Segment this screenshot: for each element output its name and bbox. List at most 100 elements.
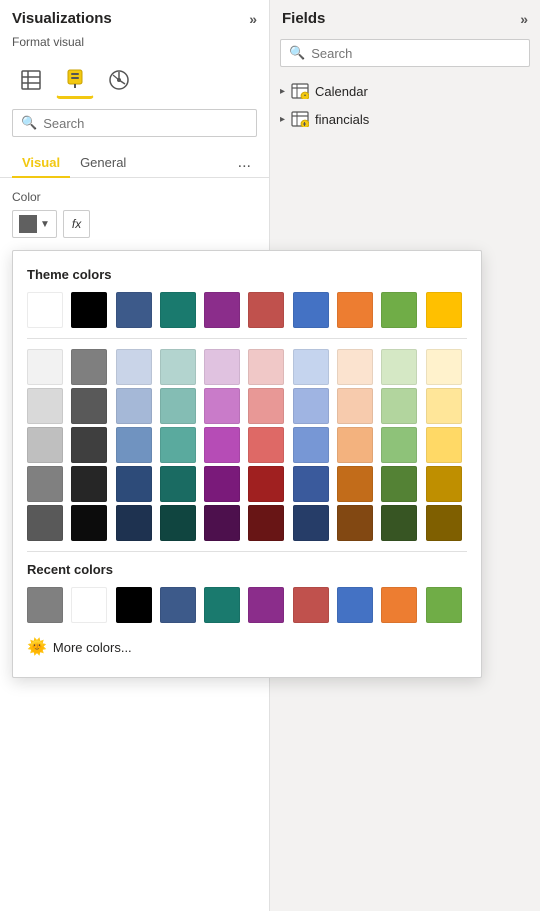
color-swatch-button[interactable]: ▼ [12, 210, 57, 238]
theme-color-cell[interactable] [337, 427, 373, 463]
theme-color-row-5 [27, 466, 467, 502]
theme-color-cell[interactable] [116, 388, 152, 424]
financials-chevron-icon: ▸ [280, 114, 285, 125]
visualizations-header: Visualizations » [0, 0, 269, 33]
theme-color-cell[interactable] [204, 349, 240, 385]
theme-color-cell[interactable] [71, 427, 107, 463]
analytics-icon[interactable] [100, 61, 138, 99]
theme-color-cell[interactable] [160, 505, 196, 541]
recent-color-cell[interactable] [293, 587, 329, 623]
recent-color-cell[interactable] [71, 587, 107, 623]
theme-color-cell[interactable] [27, 505, 63, 541]
color-control: ▼ fx [12, 210, 257, 238]
theme-color-cell[interactable] [426, 427, 462, 463]
theme-color-cell[interactable] [71, 388, 107, 424]
format-visual-label: Format visual [0, 33, 269, 57]
tab-visual[interactable]: Visual [12, 149, 70, 178]
theme-color-cell[interactable] [381, 292, 417, 328]
theme-color-cell[interactable] [381, 427, 417, 463]
recent-color-cell[interactable] [160, 587, 196, 623]
recent-color-cell[interactable] [204, 587, 240, 623]
recent-color-cell[interactable] [116, 587, 152, 623]
theme-color-cell[interactable] [71, 466, 107, 502]
theme-color-cell[interactable] [160, 388, 196, 424]
theme-color-cell[interactable] [381, 505, 417, 541]
theme-color-cell[interactable] [293, 388, 329, 424]
theme-color-cell[interactable] [160, 349, 196, 385]
more-colors-button[interactable]: 🌞 More colors... [27, 633, 467, 661]
theme-color-cell[interactable] [293, 505, 329, 541]
theme-color-cell[interactable] [116, 505, 152, 541]
fx-button[interactable]: fx [63, 210, 90, 238]
theme-color-cell[interactable] [248, 388, 284, 424]
visualizations-search-input[interactable] [43, 116, 248, 131]
theme-color-cell[interactable] [71, 292, 107, 328]
theme-color-cell[interactable] [426, 466, 462, 502]
theme-color-cell[interactable] [248, 427, 284, 463]
fields-search-box[interactable]: 🔍 [280, 39, 530, 67]
theme-color-cell[interactable] [27, 349, 63, 385]
tab-more-button[interactable]: ... [232, 150, 257, 176]
theme-color-cell[interactable] [426, 349, 462, 385]
theme-color-cell[interactable] [27, 466, 63, 502]
calendar-label: Calendar [315, 84, 368, 99]
recent-color-cell[interactable] [248, 587, 284, 623]
paint-format-icon[interactable] [56, 61, 94, 99]
color-label: Color [12, 190, 257, 204]
theme-color-cell[interactable] [426, 505, 462, 541]
theme-color-cell[interactable] [204, 427, 240, 463]
right-panel-expand-icon[interactable]: » [520, 11, 528, 27]
theme-color-cell[interactable] [293, 349, 329, 385]
field-item-financials[interactable]: ▸ financials [270, 105, 540, 133]
theme-color-cell[interactable] [204, 388, 240, 424]
recent-color-cell[interactable] [426, 587, 462, 623]
theme-color-cell[interactable] [248, 466, 284, 502]
theme-color-cell[interactable] [71, 505, 107, 541]
theme-color-cell[interactable] [293, 427, 329, 463]
theme-color-cell[interactable] [116, 466, 152, 502]
theme-color-cell[interactable] [116, 349, 152, 385]
left-panel: Visualizations » Format visual [0, 0, 270, 911]
theme-color-cell[interactable] [337, 505, 373, 541]
theme-color-cell[interactable] [337, 292, 373, 328]
theme-color-cell[interactable] [116, 427, 152, 463]
theme-color-cell[interactable] [71, 349, 107, 385]
theme-color-cell[interactable] [293, 292, 329, 328]
theme-color-cell[interactable] [293, 466, 329, 502]
theme-color-cell[interactable] [160, 427, 196, 463]
theme-color-row-4 [27, 427, 467, 463]
recent-color-cell[interactable] [337, 587, 373, 623]
theme-color-cell[interactable] [27, 388, 63, 424]
theme-color-cell[interactable] [381, 349, 417, 385]
theme-colors-title: Theme colors [27, 267, 467, 282]
fields-search-input[interactable] [311, 46, 521, 61]
theme-color-cell[interactable] [204, 292, 240, 328]
tab-general[interactable]: General [70, 149, 136, 178]
theme-color-cell[interactable] [248, 505, 284, 541]
theme-color-cell[interactable] [337, 388, 373, 424]
recent-color-cell[interactable] [381, 587, 417, 623]
theme-color-cell[interactable] [381, 388, 417, 424]
theme-color-cell[interactable] [204, 466, 240, 502]
left-panel-expand-icon[interactable]: » [249, 11, 257, 27]
theme-color-cell[interactable] [248, 292, 284, 328]
theme-color-cell[interactable] [204, 505, 240, 541]
theme-color-cell[interactable] [337, 349, 373, 385]
theme-color-cell[interactable] [160, 292, 196, 328]
theme-color-cell[interactable] [426, 388, 462, 424]
theme-color-cell[interactable] [27, 292, 63, 328]
recent-color-cell[interactable] [27, 587, 63, 623]
theme-color-cell[interactable] [160, 466, 196, 502]
theme-color-cell[interactable] [426, 292, 462, 328]
theme-color-cell[interactable] [337, 466, 373, 502]
fields-search-icon: 🔍 [289, 45, 305, 61]
theme-color-row-2 [27, 349, 467, 385]
visual-format-icon[interactable] [12, 61, 50, 99]
theme-color-cell[interactable] [248, 349, 284, 385]
visualizations-search-box[interactable]: 🔍 [12, 109, 257, 137]
calendar-table-icon [291, 82, 309, 100]
theme-color-cell[interactable] [116, 292, 152, 328]
theme-color-cell[interactable] [381, 466, 417, 502]
theme-color-cell[interactable] [27, 427, 63, 463]
field-item-calendar[interactable]: ▸ Calendar [270, 77, 540, 105]
